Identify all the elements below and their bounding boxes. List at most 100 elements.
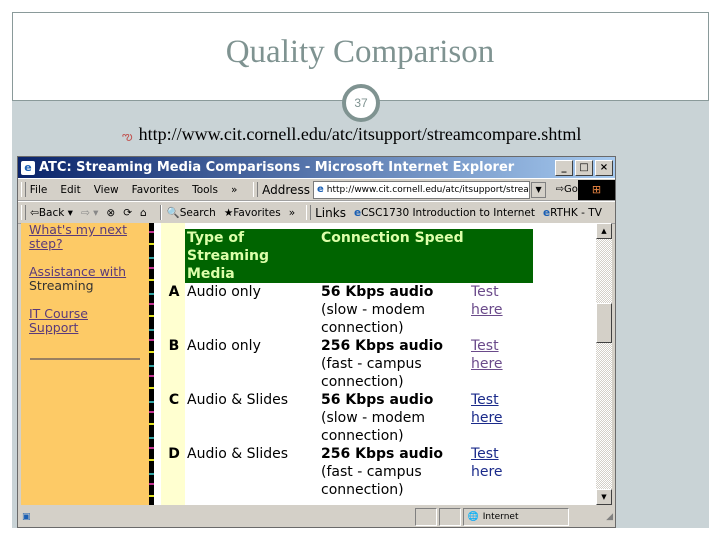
menu-favorites[interactable]: Favorites <box>132 184 179 196</box>
vertical-scrollbar[interactable]: ▲ ▼ <box>596 223 612 505</box>
chevron-down-icon: ▾ <box>67 206 73 219</box>
link-csc1730[interactable]: eCSC1730 Introduction to Internet <box>354 207 535 219</box>
toolbar-grip[interactable] <box>253 182 259 197</box>
decorative-stripe <box>149 223 154 505</box>
address-input[interactable]: e http://www.cit.cornell.edu/atc/itsuppo… <box>312 180 531 199</box>
header-test <box>469 229 533 283</box>
favorites-icon: ★ <box>223 206 234 219</box>
row-letter: A <box>168 284 180 300</box>
menu-view[interactable]: View <box>94 184 119 196</box>
status-pane <box>414 508 437 526</box>
speed-value: 56 Kbps audio <box>321 284 434 300</box>
toolbar-grip[interactable] <box>21 182 26 197</box>
nav-link-it-course-support[interactable]: IT Course Support <box>29 307 99 335</box>
table-row: A Audio only 56 Kbps audio (slow - modem … <box>163 283 533 337</box>
favorites-button[interactable]: ★Favorites <box>224 207 281 219</box>
test-link[interactable]: Test <box>471 338 499 354</box>
row-speed: 56 Kbps audio (slow - modem connection) <box>319 391 469 445</box>
test-link[interactable]: Test <box>471 284 499 300</box>
row-letter: B <box>168 338 180 354</box>
window-title: ATC: Streaming Media Comparisons - Micro… <box>39 160 515 175</box>
minimize-button[interactable]: _ <box>555 159 573 176</box>
scroll-down-button[interactable]: ▼ <box>596 489 612 505</box>
speed-value: 56 Kbps audio <box>321 392 434 408</box>
forward-button[interactable]: ⇨ ▾ <box>81 207 98 219</box>
favorites-label: Favorites <box>233 206 281 219</box>
bullet-url: ఌ http://www.cit.cornell.edu/atc/itsuppor… <box>122 124 581 146</box>
back-arrow-icon: ⇦ <box>30 206 39 219</box>
row-type: Audio only <box>187 338 261 354</box>
row-test: Test here <box>469 283 533 337</box>
toolbar-grip[interactable] <box>306 205 312 220</box>
go-arrow-icon: ⇨ <box>555 184 564 195</box>
scroll-up-button[interactable]: ▲ <box>596 223 612 239</box>
row-letter: C <box>168 392 180 408</box>
test-here-link: here <box>471 464 503 480</box>
address-label: Address <box>262 182 310 197</box>
row-type: Audio & Slides <box>187 392 289 408</box>
refresh-button[interactable]: ⟳ <box>123 207 132 219</box>
status-bar: ▣ 🌐 Internet ◢ <box>18 507 615 527</box>
toolbar-grip[interactable] <box>21 205 26 220</box>
go-label: Go <box>563 184 578 195</box>
menu-file[interactable]: File <box>30 184 48 196</box>
nav-text-streaming: Streaming <box>29 278 94 293</box>
nav-link-next-step[interactable]: What's my next step? <box>29 223 129 251</box>
browser-window: e ATC: Streaming Media Comparisons - Mic… <box>17 156 616 528</box>
search-icon: 🔍 <box>166 207 180 219</box>
bullet-text: http://www.cit.cornell.edu/atc/itsupport… <box>138 124 582 144</box>
address-dropdown-button[interactable]: ▼ <box>531 181 546 198</box>
comparison-table: Type of Streaming Media Connection Speed… <box>163 229 533 499</box>
page-content: What's my next step? Assistance with Str… <box>21 223 599 505</box>
go-button[interactable]: ⇨Go <box>556 184 578 195</box>
resize-grip-icon[interactable]: ◢ <box>606 512 613 522</box>
forward-arrow-icon: ⇨ <box>80 206 90 219</box>
test-link[interactable]: Test <box>471 446 499 462</box>
table-row: B Audio only 256 Kbps audio (fast - campu… <box>163 337 533 391</box>
page-number-badge: 37 <box>342 84 380 122</box>
page-icon: e <box>316 183 324 195</box>
row-test: Test here <box>469 445 533 499</box>
speed-detail: (slow - modem connection) <box>321 410 425 444</box>
ie-logo-icon: e <box>21 160 35 175</box>
zone-label: Internet <box>482 512 519 522</box>
nav-link-assistance[interactable]: Assistance with <box>29 265 149 279</box>
curly-bullet-icon: ఌ <box>122 129 133 143</box>
menu-edit[interactable]: Edit <box>60 184 80 196</box>
maximize-button[interactable]: □ <box>575 159 593 176</box>
test-here-link[interactable]: here <box>471 302 503 318</box>
toolbar-overflow-chevron[interactable]: » <box>289 207 295 219</box>
back-label: Back <box>38 206 65 219</box>
test-link[interactable]: Test <box>471 392 499 408</box>
home-button[interactable]: ⌂ <box>140 207 147 219</box>
speed-detail: (fast - campus connection) <box>321 464 422 498</box>
refresh-icon: ⟳ <box>123 206 132 219</box>
page-status-icon: ▣ <box>22 512 31 522</box>
links-label[interactable]: Links <box>315 206 346 220</box>
stop-icon: ⊗ <box>106 206 116 219</box>
slide-title: Quality Comparison <box>225 34 495 70</box>
ie-page-icon: e <box>353 206 362 219</box>
menu-overflow-chevron[interactable]: » <box>231 184 237 196</box>
row-letter: D <box>168 446 180 462</box>
close-button[interactable]: × <box>595 159 613 176</box>
globe-icon: 🌐 <box>467 512 479 522</box>
row-speed: 256 Kbps audio (fast - campus connection) <box>319 337 469 391</box>
link-rthk-tv[interactable]: eRTHK - TV <box>543 207 602 219</box>
scroll-thumb[interactable] <box>596 303 612 343</box>
home-icon: ⌂ <box>140 206 147 219</box>
stop-button[interactable]: ⊗ <box>106 207 115 219</box>
status-pane <box>33 509 413 525</box>
menu-tools[interactable]: Tools <box>192 184 218 196</box>
test-here-link[interactable]: here <box>471 356 503 372</box>
test-here-link[interactable]: here <box>471 410 503 426</box>
left-navigation: What's my next step? Assistance with Str… <box>21 223 149 505</box>
row-type: Audio only <box>187 284 261 300</box>
nav-divider <box>30 358 140 360</box>
status-pane <box>438 508 461 526</box>
row-speed: 56 Kbps audio (slow - modem connection) <box>319 283 469 337</box>
back-button[interactable]: ⇦Back ▾ <box>30 207 73 219</box>
search-button[interactable]: 🔍Search <box>167 206 216 219</box>
chevron-down-icon: ▾ <box>93 206 99 219</box>
menu-address-bar: File Edit View Favorites Tools » Address… <box>18 178 615 201</box>
